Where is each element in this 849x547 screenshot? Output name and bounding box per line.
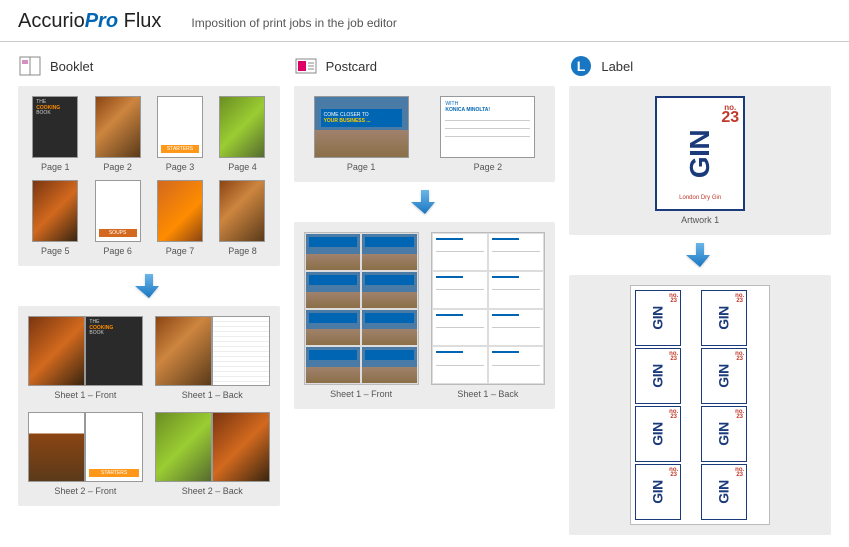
label-output-panel: GINno.23 GINno.23 GINno.23 GINno.23 GINn… xyxy=(569,275,831,535)
postcard-icon xyxy=(294,54,318,78)
header: AccurioPro Flux Imposition of print jobs… xyxy=(0,0,849,42)
logo-pro: Pro xyxy=(85,10,118,32)
postcard-source-panel: COME CLOSER TOYOUR BUSINESS ... Page 1 W… xyxy=(294,86,556,182)
label-column: L Label GIN no.23 London Dry Gin Artwork… xyxy=(569,54,831,535)
page-thumb: Page 4 xyxy=(215,96,269,172)
booklet-title: Booklet xyxy=(50,59,93,74)
sheet-thumb: Sheet 1 – Front xyxy=(304,232,419,399)
logo-flux: Flux xyxy=(124,10,162,32)
booklet-source-panel: THECOOKINGBOOKPage 1 Page 2 STARTERSPage… xyxy=(18,86,280,266)
postcard-title: Postcard xyxy=(326,59,377,74)
page-thumb: Page 7 xyxy=(153,180,207,256)
page-thumb: Page 5 xyxy=(28,180,82,256)
arrow-down-icon xyxy=(18,266,280,306)
label-title: Label xyxy=(601,59,633,74)
booklet-icon xyxy=(18,54,42,78)
logo: AccurioPro Flux xyxy=(18,10,161,33)
page-thumb: STARTERSPage 3 xyxy=(153,96,207,172)
page-thumb: Page 8 xyxy=(215,180,269,256)
sheet-thumb: Sheet 1 – Back xyxy=(431,232,546,399)
booklet-header: Booklet xyxy=(18,54,280,78)
sheet-thumb: STARTERSSheet 2 – Front xyxy=(28,412,143,496)
sheet-thumb: Sheet 1 – Back xyxy=(155,316,270,400)
page-thumb: WITHKONICA MINOLTA! Page 2 xyxy=(431,96,546,172)
arrow-down-icon xyxy=(569,235,831,275)
booklet-output-panel: THECOOKINGBOOKSheet 1 – Front Sheet 1 – … xyxy=(18,306,280,506)
page-thumb: COME CLOSER TOYOUR BUSINESS ... Page 1 xyxy=(304,96,419,172)
page-thumb: SOUPSPage 6 xyxy=(90,180,144,256)
logo-accurio: Accurio xyxy=(18,10,85,32)
label-icon: L xyxy=(569,54,593,78)
artwork-thumb: GIN no.23 London Dry Gin Artwork 1 xyxy=(655,96,745,225)
postcard-column: Postcard COME CLOSER TOYOUR BUSINESS ...… xyxy=(294,54,556,535)
postcard-header: Postcard xyxy=(294,54,556,78)
arrow-down-icon xyxy=(294,182,556,222)
label-source-panel: GIN no.23 London Dry Gin Artwork 1 xyxy=(569,86,831,235)
booklet-column: Booklet THECOOKINGBOOKPage 1 Page 2 STAR… xyxy=(18,54,280,535)
page-thumb: Page 2 xyxy=(90,96,144,172)
svg-text:L: L xyxy=(577,58,586,74)
sheet-thumb: THECOOKINGBOOKSheet 1 – Front xyxy=(28,316,143,400)
subtitle: Imposition of print jobs in the job edit… xyxy=(191,16,396,30)
postcard-output-panel: Sheet 1 – Front Sheet 1 – Back xyxy=(294,222,556,409)
columns: Booklet THECOOKINGBOOKPage 1 Page 2 STAR… xyxy=(0,42,849,547)
label-header: L Label xyxy=(569,54,831,78)
sheet-thumb: Sheet 2 – Back xyxy=(155,412,270,496)
page-thumb: THECOOKINGBOOKPage 1 xyxy=(28,96,82,172)
